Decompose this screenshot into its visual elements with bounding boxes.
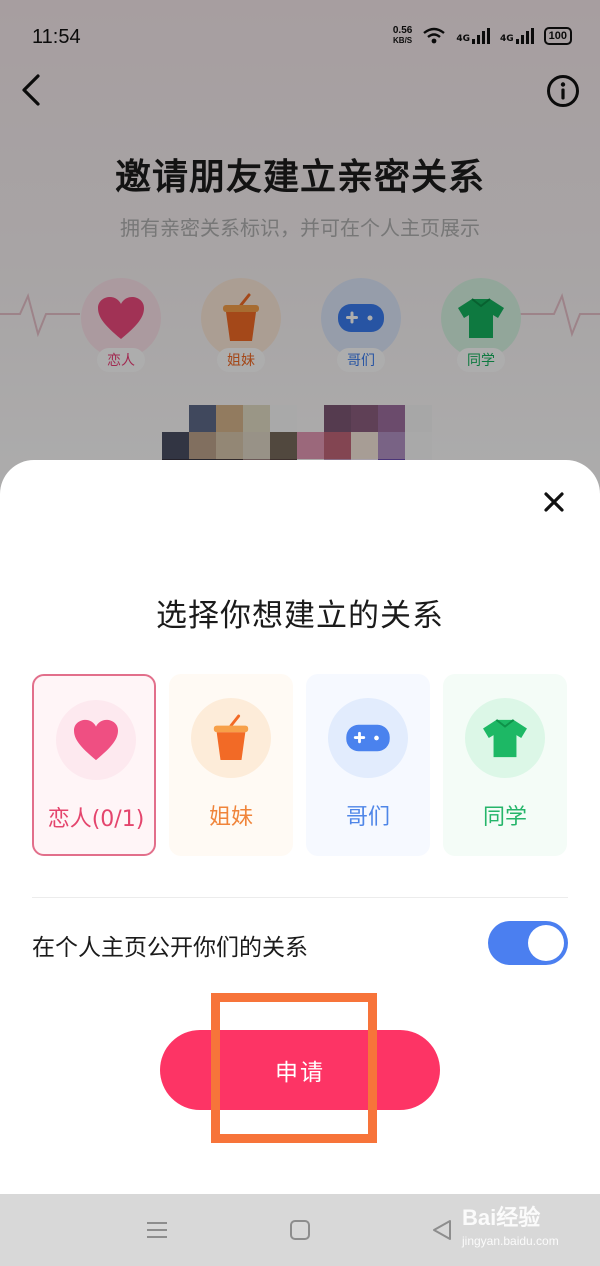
relation-option-lover[interactable]: 恋人(0/1) <box>32 674 156 856</box>
relation-option-bro[interactable]: 哥们 <box>306 674 430 856</box>
classmate-icon-wrap <box>465 698 545 778</box>
shirt-icon <box>483 719 527 758</box>
toggle-knob <box>528 925 564 961</box>
drink-cup-icon <box>213 714 249 760</box>
relation-option-classmate[interactable]: 同学 <box>443 674 567 856</box>
relation-option-classmate-label: 同学 <box>482 805 527 830</box>
watermark-logo: Bai经验 <box>462 1200 559 1232</box>
home-square-icon[interactable] <box>289 1219 311 1241</box>
bro-icon-wrap <box>328 698 408 778</box>
sister-icon-wrap <box>191 698 271 778</box>
lover-icon-wrap <box>56 700 136 780</box>
menu-icon[interactable] <box>146 1220 168 1240</box>
public-relation-label: 在个人主页公开你们的关系 <box>32 935 308 961</box>
relation-option-sister-label: 姐妹 <box>208 805 253 830</box>
divider <box>32 897 568 898</box>
watermark-url: jingyan.baidu.com <box>462 1234 559 1248</box>
relation-bottom-sheet: 选择你想建立的关系 恋人(0/1) 姐妹 哥们 同学 在个人主页公开你们的关系 … <box>0 460 600 1194</box>
relation-option-lover-label: 恋人(0/1) <box>47 807 145 832</box>
gamepad-icon <box>346 724 390 752</box>
annotation-highlight-box <box>211 993 377 1143</box>
relation-option-sister[interactable]: 姐妹 <box>169 674 293 856</box>
watermark-logo-text: Bai经验 <box>462 1205 541 1230</box>
public-relation-toggle[interactable] <box>488 921 568 965</box>
sheet-title: 选择你想建立的关系 <box>156 598 444 634</box>
close-icon[interactable] <box>542 490 566 514</box>
relation-option-bro-label: 哥们 <box>345 805 390 830</box>
baidu-jingyan-watermark: Bai经验 jingyan.baidu.com <box>462 1200 559 1248</box>
heart-icon <box>74 719 118 761</box>
nav-back-triangle-icon[interactable] <box>430 1218 454 1242</box>
